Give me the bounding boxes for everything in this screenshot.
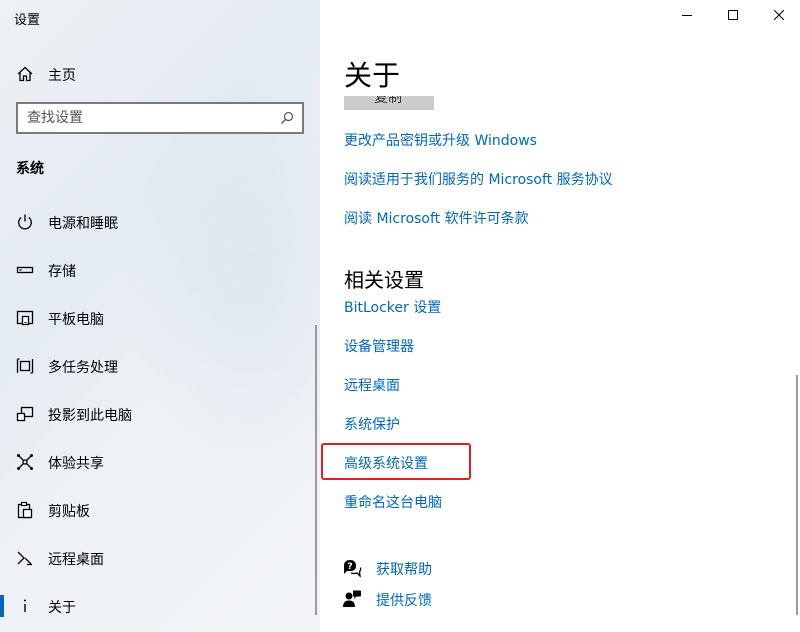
sidebar-item-label: 投影到此电脑 xyxy=(48,408,132,424)
sidebar-item-label: 关于 xyxy=(48,600,76,616)
feedback-link[interactable]: 提供反馈 xyxy=(342,588,542,610)
sidebar-item-multitasking[interactable]: 多任务处理 xyxy=(0,342,320,390)
main-content: 关于 复制 更改产品密钥或升级 Windows 阅读适用于我们服务的 Micro… xyxy=(320,0,800,632)
clipboard-icon xyxy=(17,501,33,519)
storage-icon xyxy=(16,266,34,274)
search-box[interactable] xyxy=(16,102,304,134)
close-button[interactable] xyxy=(756,0,800,32)
link-change-product-key[interactable]: 更改产品密钥或升级 Windows xyxy=(344,130,537,150)
sidebar-item-shared-experiences[interactable]: 体验共享 xyxy=(0,438,320,486)
link-advanced-system-settings[interactable]: 高级系统设置 xyxy=(344,453,428,473)
sidebar-item-label: 存储 xyxy=(48,264,76,280)
feedback-icon xyxy=(343,590,361,607)
link-remote-desktop[interactable]: 远程桌面 xyxy=(344,375,400,395)
link-rename-pc[interactable]: 重命名这台电脑 xyxy=(344,492,442,512)
section-title: 系统 xyxy=(16,161,44,177)
page-title: 关于 xyxy=(344,59,401,92)
multitasking-icon xyxy=(16,358,34,374)
sidebar: 设置 主页 系统 电源和睡眠 存储 xyxy=(0,0,320,632)
link-services-agreement[interactable]: 阅读适用于我们服务的 Microsoft 服务协议 xyxy=(344,169,613,189)
remote-desktop-icon xyxy=(17,551,32,566)
sidebar-item-tablet[interactable]: 平板电脑 xyxy=(0,294,320,342)
project-icon xyxy=(16,406,34,422)
close-icon xyxy=(774,10,784,20)
sidebar-home-label: 主页 xyxy=(48,68,76,84)
maximize-icon xyxy=(728,10,738,20)
sidebar-item-label: 体验共享 xyxy=(48,456,104,472)
sidebar-item-label: 远程桌面 xyxy=(48,552,104,568)
svg-text:?: ? xyxy=(347,562,352,572)
link-system-protection[interactable]: 系统保护 xyxy=(344,414,400,434)
link-bitlocker[interactable]: BitLocker 设置 xyxy=(344,297,441,317)
sidebar-item-remote-desktop[interactable]: 远程桌面 xyxy=(0,534,320,582)
sidebar-item-label: 平板电脑 xyxy=(48,312,104,328)
home-icon xyxy=(17,66,33,82)
sidebar-item-storage[interactable]: 存储 xyxy=(0,246,320,294)
get-help-label: 获取帮助 xyxy=(376,562,432,578)
sidebar-item-label: 电源和睡眠 xyxy=(48,216,118,232)
maximize-button[interactable] xyxy=(710,0,756,32)
tablet-icon xyxy=(16,310,34,326)
search-input[interactable] xyxy=(18,104,268,132)
get-help-link[interactable]: ? 获取帮助 xyxy=(342,557,542,579)
search-icon[interactable] xyxy=(280,111,294,125)
power-icon xyxy=(18,214,32,230)
sidebar-item-label: 剪贴板 xyxy=(48,504,90,520)
selected-indicator xyxy=(0,595,4,617)
minimize-button[interactable] xyxy=(664,0,710,32)
help-icon: ? xyxy=(344,560,362,578)
feedback-label: 提供反馈 xyxy=(376,593,432,609)
link-device-manager[interactable]: 设备管理器 xyxy=(344,336,414,356)
copy-button[interactable]: 复制 xyxy=(344,96,434,110)
content-scrollbar[interactable] xyxy=(796,375,798,615)
link-license-terms[interactable]: 阅读 Microsoft 软件许可条款 xyxy=(344,208,529,228)
sidebar-item-about[interactable]: 关于 xyxy=(0,582,320,630)
minimize-icon xyxy=(682,15,692,16)
sidebar-item-clipboard[interactable]: 剪贴板 xyxy=(0,486,320,534)
sidebar-item-power[interactable]: 电源和睡眠 xyxy=(0,198,320,246)
copy-button-label: 复制 xyxy=(374,96,402,105)
shared-experiences-icon xyxy=(17,454,33,470)
sidebar-item-project[interactable]: 投影到此电脑 xyxy=(0,390,320,438)
info-icon xyxy=(24,599,26,612)
sidebar-scrollbar[interactable] xyxy=(315,325,317,615)
app-title: 设置 xyxy=(14,13,41,28)
sidebar-item-label: 多任务处理 xyxy=(48,360,118,376)
related-settings-title: 相关设置 xyxy=(344,268,424,292)
sidebar-home[interactable]: 主页 xyxy=(0,58,320,90)
